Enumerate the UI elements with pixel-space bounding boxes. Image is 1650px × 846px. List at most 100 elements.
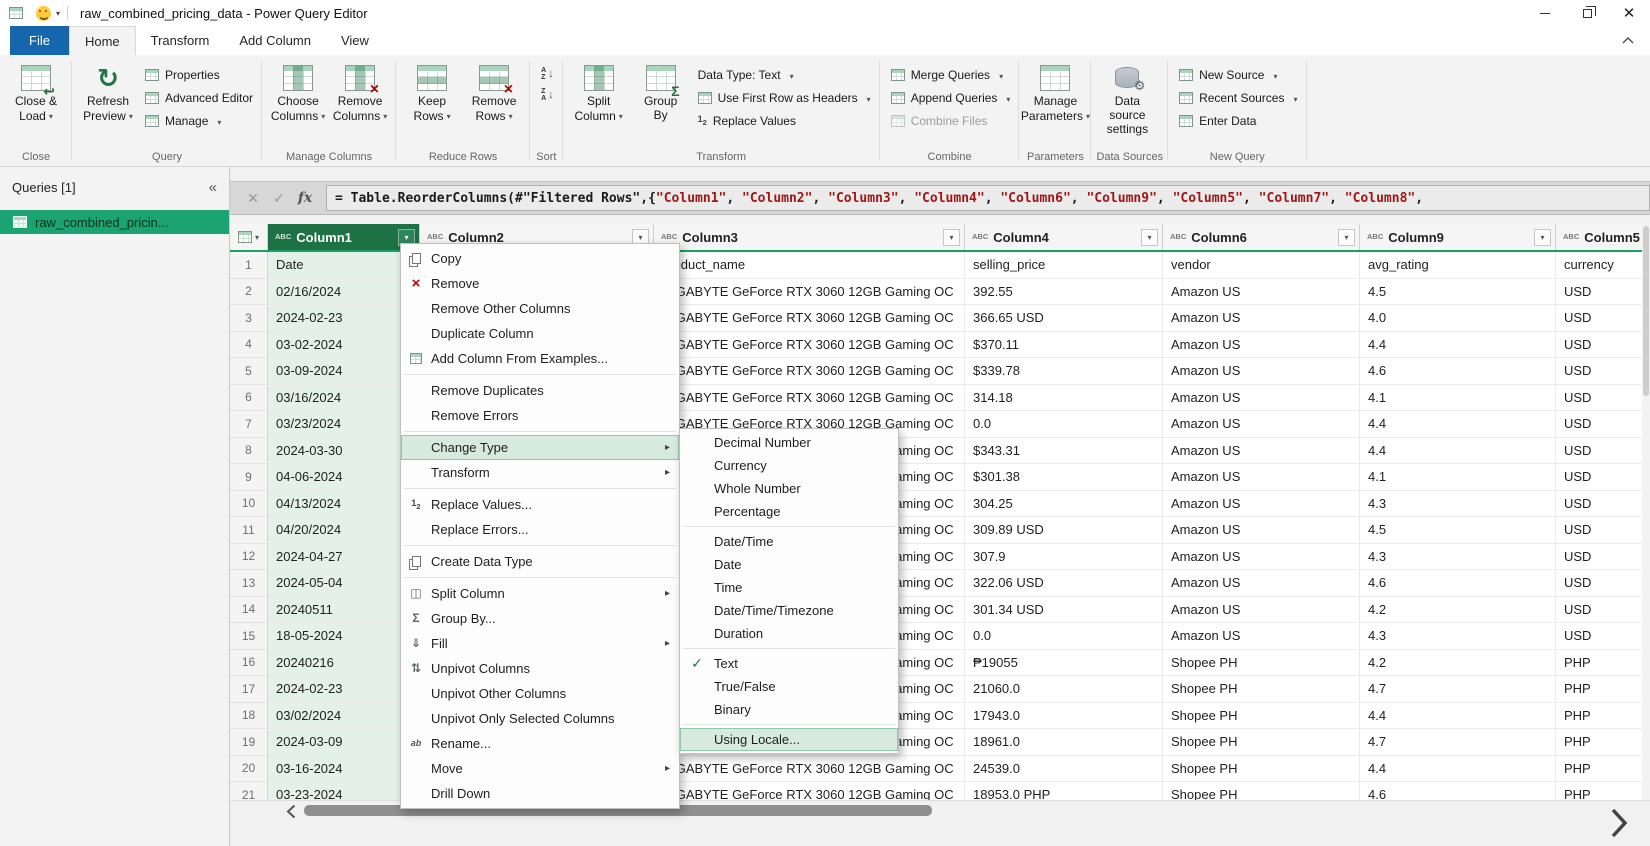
cell[interactable]: Shopee PH: [1163, 782, 1360, 800]
menu-item-decimal-number[interactable]: Decimal Number: [680, 431, 898, 454]
menu-item-group-by[interactable]: ΣGroup By...: [401, 606, 679, 631]
sort-descending-button[interactable]: ZA↓: [541, 86, 554, 103]
menu-item-duration[interactable]: Duration: [680, 622, 898, 645]
cell[interactable]: 18-05-2024: [268, 623, 420, 650]
remove-rows-button[interactable]: × Remove Rows: [463, 58, 525, 124]
cell[interactable]: USD: [1556, 570, 1650, 597]
use-first-row-as-headers-button[interactable]: Use First Row as Headers: [698, 88, 871, 107]
cell[interactable]: Amazon US: [1163, 623, 1360, 650]
row-number[interactable]: 1: [230, 252, 268, 279]
cell[interactable]: USD: [1556, 332, 1650, 359]
cell[interactable]: GIGABYTE GeForce RTX 3060 12GB Gaming OC: [654, 332, 965, 359]
manage-parameters-button[interactable]: Manage Parameters: [1024, 58, 1086, 124]
formula-cancel-icon[interactable]: ✕: [240, 190, 266, 207]
cell[interactable]: 4.7: [1360, 676, 1556, 703]
cell[interactable]: Shopee PH: [1163, 756, 1360, 783]
row-number[interactable]: 4: [230, 332, 268, 359]
cell[interactable]: PHP: [1556, 703, 1650, 730]
cell[interactable]: PHP: [1556, 756, 1650, 783]
cell[interactable]: 03/23/2024: [268, 411, 420, 438]
cell[interactable]: 03/16/2024: [268, 385, 420, 412]
menu-item-date-time[interactable]: Date/Time: [680, 530, 898, 553]
cell[interactable]: USD: [1556, 491, 1650, 518]
tab-view[interactable]: View: [326, 26, 384, 55]
menu-item-add-column-from-examples[interactable]: Add Column From Examples...: [401, 346, 679, 371]
cell[interactable]: USD: [1556, 623, 1650, 650]
replace-values-button[interactable]: 12Replace Values: [698, 111, 871, 130]
column-header-column3[interactable]: ABCColumn3: [654, 224, 965, 250]
menu-item-binary[interactable]: Binary: [680, 698, 898, 721]
cell[interactable]: selling_price: [965, 252, 1163, 279]
cell[interactable]: 4.4: [1360, 438, 1556, 465]
cell[interactable]: 4.3: [1360, 544, 1556, 571]
row-number[interactable]: 10: [230, 491, 268, 518]
menu-item-remove-other-columns[interactable]: Remove Other Columns: [401, 296, 679, 321]
cell[interactable]: Shopee PH: [1163, 676, 1360, 703]
cell[interactable]: Amazon US: [1163, 438, 1360, 465]
menu-item-remove[interactable]: ×Remove: [401, 271, 679, 296]
menu-item-whole-number[interactable]: Whole Number: [680, 477, 898, 500]
cell[interactable]: 0.0: [965, 411, 1163, 438]
tab-home[interactable]: Home: [69, 26, 136, 55]
cell[interactable]: Amazon US: [1163, 491, 1360, 518]
column-header-column6[interactable]: ABCColumn6: [1163, 224, 1360, 250]
cell[interactable]: 2024-03-09: [268, 729, 420, 756]
column-header-column5[interactable]: ABCColumn5: [1556, 224, 1650, 250]
cell[interactable]: 301.34 USD: [965, 597, 1163, 624]
cell[interactable]: 18961.0: [965, 729, 1163, 756]
menu-item-change-type[interactable]: Change Type: [401, 435, 679, 460]
cell[interactable]: USD: [1556, 279, 1650, 306]
cell[interactable]: GIGABYTE GeForce RTX 3060 12GB Gaming OC: [654, 782, 965, 800]
filter-dropdown-icon[interactable]: [943, 229, 960, 246]
menu-item-split-column[interactable]: ◫Split Column: [401, 581, 679, 606]
cell[interactable]: 21060.0: [965, 676, 1163, 703]
close-button[interactable]: ✕: [1608, 0, 1650, 26]
cell[interactable]: 322.06 USD: [965, 570, 1163, 597]
cell[interactable]: PHP: [1556, 650, 1650, 677]
formula-accept-icon[interactable]: ✓: [266, 190, 292, 207]
cell[interactable]: 2024-03-30: [268, 438, 420, 465]
menu-item-using-locale[interactable]: Using Locale...: [680, 728, 898, 751]
query-item-selected[interactable]: raw_combined_pricin...: [0, 210, 229, 234]
row-number[interactable]: 17: [230, 676, 268, 703]
keep-rows-button[interactable]: Keep Rows: [401, 58, 463, 124]
cell[interactable]: $343.31: [965, 438, 1163, 465]
recent-sources-button[interactable]: Recent Sources: [1179, 88, 1297, 107]
cell[interactable]: 0.0: [965, 623, 1163, 650]
cell[interactable]: USD: [1556, 544, 1650, 571]
row-number[interactable]: 16: [230, 650, 268, 677]
merge-queries-button[interactable]: Merge Queries: [891, 65, 1011, 84]
row-number[interactable]: 6: [230, 385, 268, 412]
tab-add-column[interactable]: Add Column: [224, 26, 326, 55]
cell[interactable]: 03/02/2024: [268, 703, 420, 730]
menu-item-unpivot-columns[interactable]: ⇅Unpivot Columns: [401, 656, 679, 681]
cell[interactable]: USD: [1556, 385, 1650, 412]
scroll-left-icon[interactable]: [286, 804, 296, 822]
cell[interactable]: Amazon US: [1163, 411, 1360, 438]
cell[interactable]: 03-16-2024: [268, 756, 420, 783]
menu-item-remove-errors[interactable]: Remove Errors: [401, 403, 679, 428]
cell[interactable]: Amazon US: [1163, 597, 1360, 624]
cell[interactable]: 17943.0: [965, 703, 1163, 730]
menu-item-move[interactable]: Move: [401, 756, 679, 781]
cell[interactable]: USD: [1556, 438, 1650, 465]
menu-item-fill[interactable]: ⇓Fill: [401, 631, 679, 656]
cell[interactable]: ₱19055: [965, 650, 1163, 677]
cell[interactable]: 20240216: [268, 650, 420, 677]
group-by-button[interactable]: Σ Group By: [630, 58, 692, 122]
cell[interactable]: 4.5: [1360, 279, 1556, 306]
cell[interactable]: USD: [1556, 464, 1650, 491]
scroll-right-icon[interactable]: [1610, 808, 1628, 841]
cell[interactable]: Amazon US: [1163, 570, 1360, 597]
tab-file[interactable]: File: [10, 26, 69, 55]
row-number[interactable]: 13: [230, 570, 268, 597]
smiley-feedback-icon[interactable]: [36, 6, 51, 21]
menu-item-date-time-timezone[interactable]: Date/Time/Timezone: [680, 599, 898, 622]
cell[interactable]: USD: [1556, 305, 1650, 332]
cell[interactable]: 2024-04-27: [268, 544, 420, 571]
cell[interactable]: Amazon US: [1163, 517, 1360, 544]
row-number[interactable]: 14: [230, 597, 268, 624]
menu-item-percentage[interactable]: Percentage: [680, 500, 898, 523]
cell[interactable]: Amazon US: [1163, 385, 1360, 412]
filter-dropdown-icon[interactable]: [1141, 229, 1158, 246]
